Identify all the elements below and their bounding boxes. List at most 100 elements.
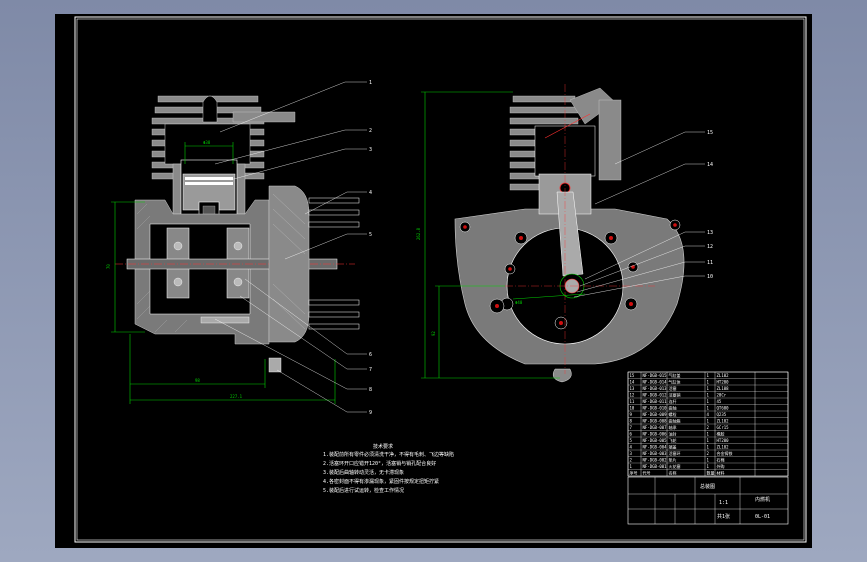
bom-cell: 油封 [669, 431, 677, 437]
bom-cell: 3 [630, 451, 633, 456]
bom-cell: 石棉 [717, 457, 725, 463]
bom-cell: 9 [630, 412, 633, 417]
dim-right-lower: 92 [431, 331, 436, 336]
bom-cell: 外购 [717, 463, 725, 469]
bom-cell: NF-DGB-004 [643, 445, 668, 450]
bom-cell: NF-DGB-002 [643, 458, 668, 463]
bom-cell: 端盖 [669, 444, 677, 450]
drawing-name: 总装图 [700, 483, 715, 490]
technical-notes: 技术要求 1.装配前所有零件必须清洗干净，不得有毛刺、飞边等缺陷 2.活塞环开口… [323, 443, 454, 494]
right-balloons: 15 14 13 12 11 10 [707, 130, 713, 280]
bom-cell: 连杆 [669, 398, 677, 404]
dim-piston-bore: Φ38 [203, 140, 211, 145]
bom-cell: 活塞销 [669, 392, 681, 398]
bom-cell: 15 [630, 373, 635, 378]
bom-cell: NF-DGB-012 [643, 393, 668, 398]
bom-cell: 螺栓 [669, 411, 677, 417]
dim-right-total: 262.8 [416, 227, 421, 240]
bom-cell: 1 [707, 393, 710, 398]
bom-header-cell: 代号 [643, 470, 651, 476]
bom-cell: 1 [630, 464, 633, 469]
bom-cell: 45 [717, 399, 722, 404]
bom-cell: 1 [707, 438, 710, 443]
bom-cell: GCr15 [717, 425, 730, 430]
bom-cell: 10 [630, 406, 635, 411]
bom-cell: NF-DGB-011 [643, 399, 668, 404]
bom-cell: NF-DGB-015 [643, 373, 668, 378]
dim-bottom-1: 98 [195, 378, 200, 383]
bom-cell: 活塞 [669, 385, 677, 391]
bom-cell: 1 [707, 419, 710, 424]
bom-header-cell: 材料 [717, 470, 725, 476]
bom-cell: 轴承 [669, 424, 677, 430]
balloon-7: 7 [369, 367, 372, 373]
bom-cell: NF-DGB-010 [643, 406, 668, 411]
balloon-13: 13 [707, 230, 713, 236]
bom-cell: 火花塞 [669, 463, 681, 469]
balloon-5: 5 [369, 232, 372, 238]
bom-cell: 橡胶 [717, 431, 725, 437]
balloon-2: 2 [369, 128, 372, 134]
notes-line-3: 3.装配后曲轴转动灵活，无卡滞现象 [323, 469, 404, 476]
balloon-14: 14 [707, 162, 713, 168]
notes-line-1: 1.装配前所有零件必须清洗干净，不得有毛刺、飞边等缺陷 [323, 451, 454, 458]
bom-header-cell: 数量 [707, 470, 715, 476]
right-section-view: 262.8 92 Φ40 [416, 84, 685, 383]
balloon-6: 6 [369, 352, 372, 358]
bom-cell: NF-DGB-009 [643, 412, 668, 417]
bom-cell: NF-DGB-007 [643, 425, 668, 430]
bom-cell: 12 [630, 393, 635, 398]
balloon-10: 10 [707, 274, 713, 280]
bom-cell: 7 [630, 425, 633, 430]
title-block: 总装图 内燃机 0L-01 1:1 共1张 [627, 476, 789, 525]
bom-cell: NF-DGB-013 [643, 386, 668, 391]
bom-cell: 1 [707, 386, 710, 391]
bom-cell: HT200 [717, 438, 730, 443]
balloon-15: 15 [707, 130, 713, 136]
notes-line-2: 2.活塞环开口应错开120°，活塞销与销孔配合良好 [323, 460, 436, 467]
bom-header-cell: 名称 [669, 470, 677, 476]
bom-cell: 4 [630, 445, 633, 450]
bom-cell: 1 [707, 406, 710, 411]
bom-cell: 2 [707, 451, 710, 456]
bom-cell: 2 [630, 458, 633, 463]
bom-cell: 合金铸铁 [717, 450, 733, 456]
bom-cell: 1 [707, 458, 710, 463]
balloon-12: 12 [707, 244, 713, 250]
balloon-8: 8 [369, 387, 372, 393]
bom-cell: NF-DGB-001 [643, 464, 668, 469]
balloon-3: 3 [369, 147, 372, 153]
balloon-1: 1 [369, 80, 372, 86]
bom-cell: 1 [707, 399, 710, 404]
left-section-view: 70 98 227.1 Φ38 [106, 95, 360, 404]
bom-cell: NF-DGB-006 [643, 432, 668, 437]
bom-cell: 活塞环 [669, 450, 681, 456]
bom-cell: 1 [707, 445, 710, 450]
drawing-canvas[interactable]: 70 98 227.1 Φ38 1 2 3 4 5 6 7 8 9 262.8 … [55, 14, 812, 548]
bom-cell: NF-DGB-008 [643, 419, 668, 424]
bom-cell: ZL102 [717, 445, 730, 450]
bom-cell: 1 [707, 380, 710, 385]
bom-cell: 气缸盖 [669, 372, 681, 378]
bom-cell: 垫片 [669, 457, 677, 463]
bom-cell: ZL102 [717, 419, 730, 424]
balloon-4: 4 [369, 190, 372, 196]
balloon-9: 9 [369, 410, 372, 416]
bom-cell: 14 [630, 380, 635, 385]
bom-cell: 曲轴箱 [669, 418, 681, 424]
bom-cell: 1 [707, 373, 710, 378]
bom-cell: ZL102 [717, 373, 730, 378]
notes-line-4: 4.各密封面不得有渗漏现象，紧固件按规定扭矩拧紧 [323, 478, 439, 485]
bom-cell: 2 [707, 425, 710, 430]
bom-cell: QT600 [717, 406, 730, 411]
bom-cell: ZL108 [717, 386, 730, 391]
bom-cell: 1 [707, 432, 710, 437]
notes-line-5: 5.装配后进行试运转，检查工作情况 [323, 487, 404, 494]
school-name: 内燃机 [755, 496, 770, 503]
bom-cell: 1 [707, 464, 710, 469]
bom-cell: NF-DGB-014 [643, 380, 668, 385]
dim-bottom-2: 227.1 [230, 394, 243, 399]
left-balloons: 1 2 3 4 5 6 7 8 9 [369, 80, 372, 416]
bom-cell: 4 [707, 412, 710, 417]
bom-cell: 8 [630, 419, 633, 424]
